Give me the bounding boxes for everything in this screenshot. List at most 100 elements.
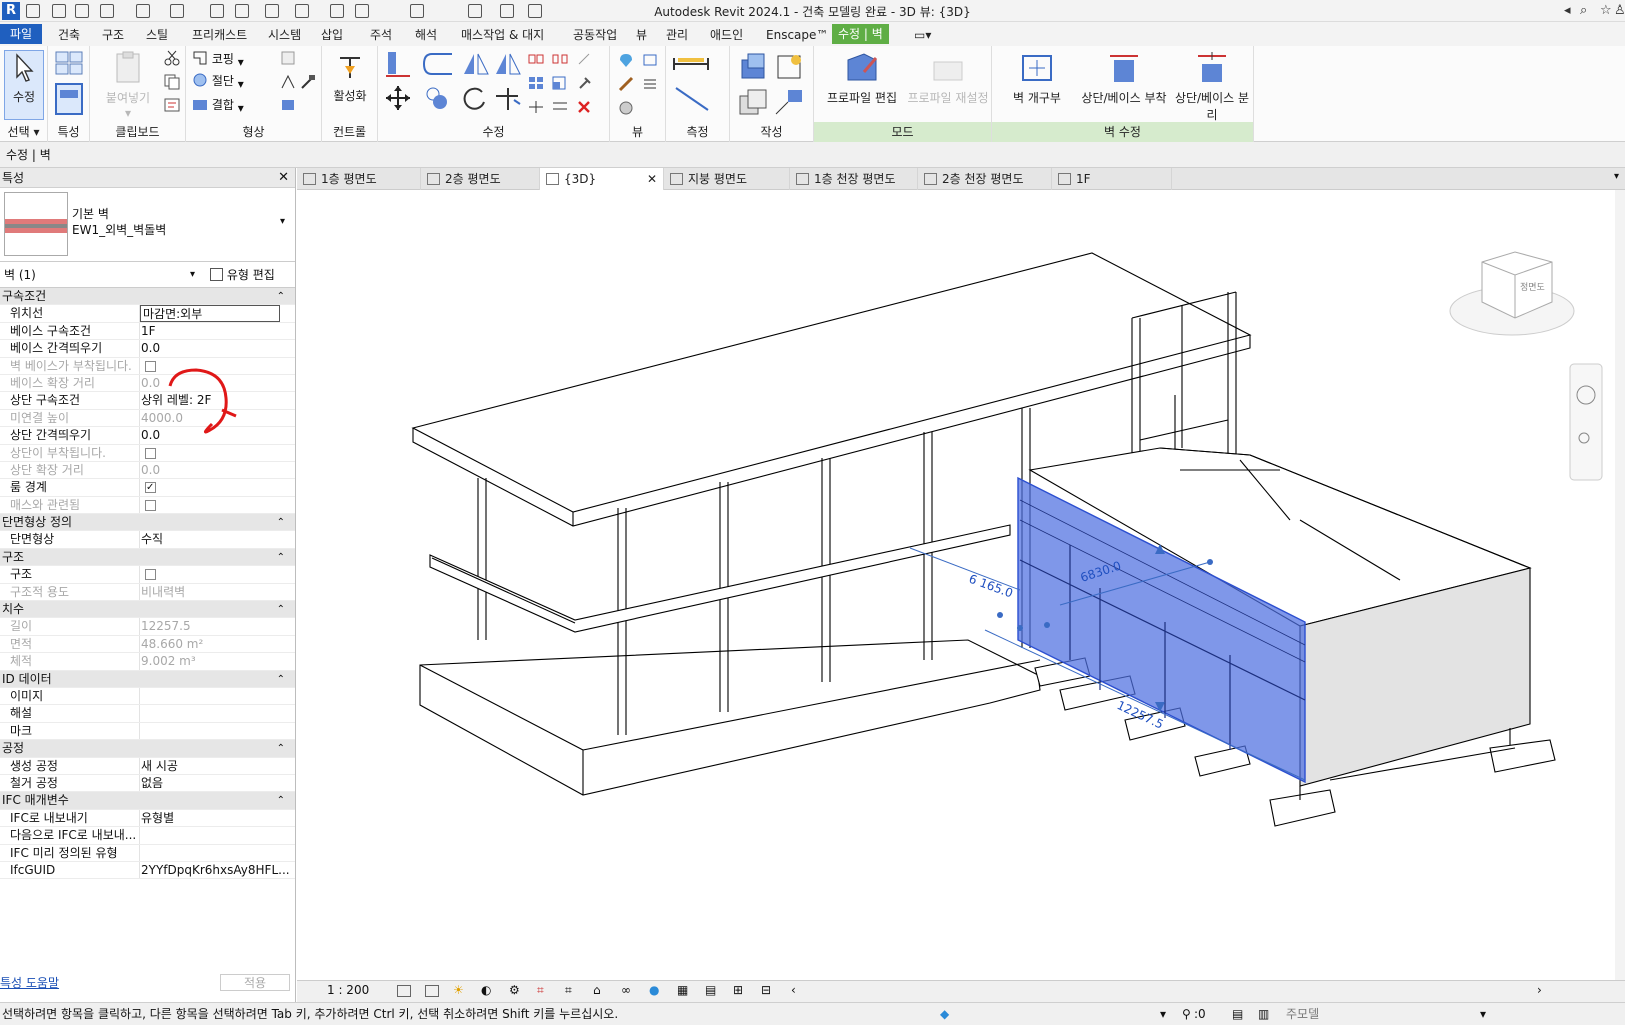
visual-style-icon[interactable] [425, 985, 439, 997]
split-face-icon[interactable] [280, 74, 296, 90]
paste-button[interactable]: 붙여넣기 ▾ [98, 50, 158, 120]
cut-icon[interactable] [164, 50, 180, 66]
trim-single-icon[interactable] [552, 100, 568, 114]
edit-type-button[interactable]: 유형 편집 [210, 262, 275, 288]
3d-view-canvas[interactable]: 6 165.0 6830.0 12257.5 정면도 [297, 190, 1615, 980]
join-button[interactable]: 결합 ▾ [192, 96, 244, 116]
activate-button[interactable]: 활성화 [328, 50, 372, 104]
property-section[interactable]: ID 데이터 ⌃ [0, 670, 295, 688]
ribbon-tab[interactable]: 스틸 [140, 25, 174, 45]
trim-multiple-icon[interactable] [528, 100, 544, 114]
ribbon-options-icon[interactable]: ▭▾ [908, 25, 937, 45]
trim-extend-icon[interactable] [494, 84, 522, 112]
view-tab[interactable]: {3D} ✕ [540, 168, 664, 190]
ribbon-tab[interactable]: 시스템 [262, 25, 307, 45]
property-section[interactable]: 구조 ⌃ [0, 548, 295, 567]
override-graphics-icon[interactable] [642, 52, 658, 68]
create-assembly-icon[interactable] [738, 52, 768, 82]
ribbon-tab[interactable]: 관리 [660, 25, 694, 45]
paint-icon[interactable] [280, 98, 296, 114]
constraints-icon[interactable]: ⊟ [761, 983, 771, 997]
aligned-dimension-icon[interactable] [672, 84, 712, 114]
property-value[interactable]: 수직 [141, 531, 163, 548]
property-value[interactable]: 2YYfDpqKr6hxsAy8HFL... [141, 862, 290, 879]
split-icon[interactable] [528, 52, 544, 66]
wall-joins-icon[interactable] [280, 50, 296, 66]
model-dropdown-icon[interactable]: ▾ [1480, 1003, 1486, 1025]
type-selector[interactable]: 기본 벽 EW1_외벽_벽돌벽 ▾ [0, 188, 295, 262]
view-tab[interactable]: 1F [1052, 168, 1172, 190]
align-icon[interactable] [384, 50, 412, 78]
match-properties-icon[interactable] [164, 98, 180, 114]
tab-list-icon[interactable]: ▾ [1614, 171, 1619, 182]
chevron-down-icon[interactable]: ▾ [280, 216, 285, 227]
design-options-icon[interactable]: ▤ [1232, 1003, 1243, 1025]
collapse-icon[interactable]: ⌃ [277, 549, 285, 566]
close-icon[interactable]: ✕ [278, 168, 289, 188]
wall-opening-button[interactable]: 벽 개구부 [996, 50, 1078, 106]
shadows-icon[interactable]: ◐ [481, 983, 491, 997]
ribbon-tab[interactable]: 구조 [96, 25, 130, 45]
view-tab[interactable]: 1층 천장 평면도 [790, 168, 918, 190]
filter-view-icon[interactable] [642, 76, 658, 92]
user-icon[interactable]: ♙ [1614, 3, 1625, 18]
viewcube[interactable]: 정면도 [1449, 251, 1575, 336]
ribbon-tab[interactable]: 주석 [364, 25, 398, 45]
linework-icon[interactable] [618, 76, 634, 92]
property-checkbox[interactable] [145, 447, 156, 459]
ribbon-tab[interactable]: 프리캐스트 [186, 25, 253, 45]
property-checkbox[interactable] [145, 479, 156, 496]
ribbon-tab[interactable]: 애드인 [704, 25, 749, 45]
selection-dropdown-icon[interactable]: ▾ [190, 262, 195, 288]
move-icon[interactable] [384, 84, 412, 112]
binoculars-icon[interactable]: ⌕ [1580, 3, 1587, 18]
pin-icon[interactable] [576, 76, 592, 90]
info-icon[interactable]: ☆ [1600, 3, 1612, 18]
navigation-bar[interactable] [1569, 363, 1603, 481]
measure-distance-icon[interactable] [672, 54, 712, 74]
chevron-left-icon[interactable]: ◂ [1564, 3, 1571, 18]
collapse-icon[interactable]: ⌃ [277, 792, 285, 809]
property-checkbox[interactable] [145, 569, 156, 581]
unpin-icon[interactable] [576, 52, 592, 66]
scale-icon[interactable] [552, 76, 568, 90]
collapse-icon[interactable]: ⌃ [277, 288, 285, 305]
analysis-icon[interactable]: ▤ [705, 983, 716, 997]
property-value[interactable]: 1F [141, 323, 156, 340]
offset-icon[interactable] [422, 50, 456, 78]
view-scale[interactable]: 1 : 200 [327, 983, 369, 997]
crop-view-icon[interactable]: ⌗ [537, 983, 544, 998]
modify-button[interactable]: 수정 [4, 50, 44, 120]
worksets-icon[interactable]: ◆ [940, 1003, 949, 1025]
reveal-hidden-icon[interactable]: ● [649, 983, 659, 997]
property-value[interactable]: 새 시공 [141, 758, 178, 775]
delete-icon[interactable] [576, 100, 592, 114]
property-section[interactable]: 공정 ⌃ [0, 740, 295, 758]
similar-icon[interactable] [774, 88, 804, 118]
ribbon-tab[interactable]: 파일 [0, 24, 42, 44]
property-value-input[interactable]: 마감면:외부 [140, 305, 280, 323]
temp-properties-icon[interactable]: ⊞ [733, 983, 743, 997]
filter-dropdown-icon[interactable]: ▾ [1160, 1003, 1166, 1025]
cope-button[interactable]: 코핑 ▾ [192, 50, 244, 70]
dimension-label-1[interactable]: 6 165.0 [967, 572, 1015, 601]
ribbon-tab[interactable]: 삽입 [315, 25, 349, 45]
property-value[interactable]: 없음 [141, 775, 163, 792]
temp-hide-icon[interactable]: ∞ [621, 983, 631, 997]
vertical-scrollbar[interactable] [1615, 190, 1625, 980]
create-group-icon[interactable] [738, 88, 768, 118]
collapse-icon[interactable]: ⌃ [277, 514, 285, 531]
apply-button[interactable]: 적용 [220, 974, 290, 991]
view-tab[interactable]: 1층 평면도 [297, 168, 421, 190]
editable-only-icon[interactable]: ▥ [1258, 1003, 1269, 1025]
property-value[interactable]: 유형별 [141, 810, 174, 827]
ribbon-tab[interactable]: Enscape™ [760, 25, 834, 45]
view-tab[interactable]: 2층 천장 평면도 [918, 168, 1052, 190]
render-icon[interactable]: ⚙ [509, 983, 520, 997]
mirror-draw-icon[interactable] [494, 50, 522, 78]
scroll-right-icon[interactable]: › [1537, 983, 1542, 997]
ribbon-tab[interactable]: 공동작업 [567, 25, 623, 45]
property-section[interactable]: 구속조건 ⌃ [0, 288, 295, 306]
edit-profile-button[interactable]: 프로파일 편집 [820, 50, 904, 106]
property-section[interactable]: 단면형상 정의 ⌃ [0, 514, 295, 532]
